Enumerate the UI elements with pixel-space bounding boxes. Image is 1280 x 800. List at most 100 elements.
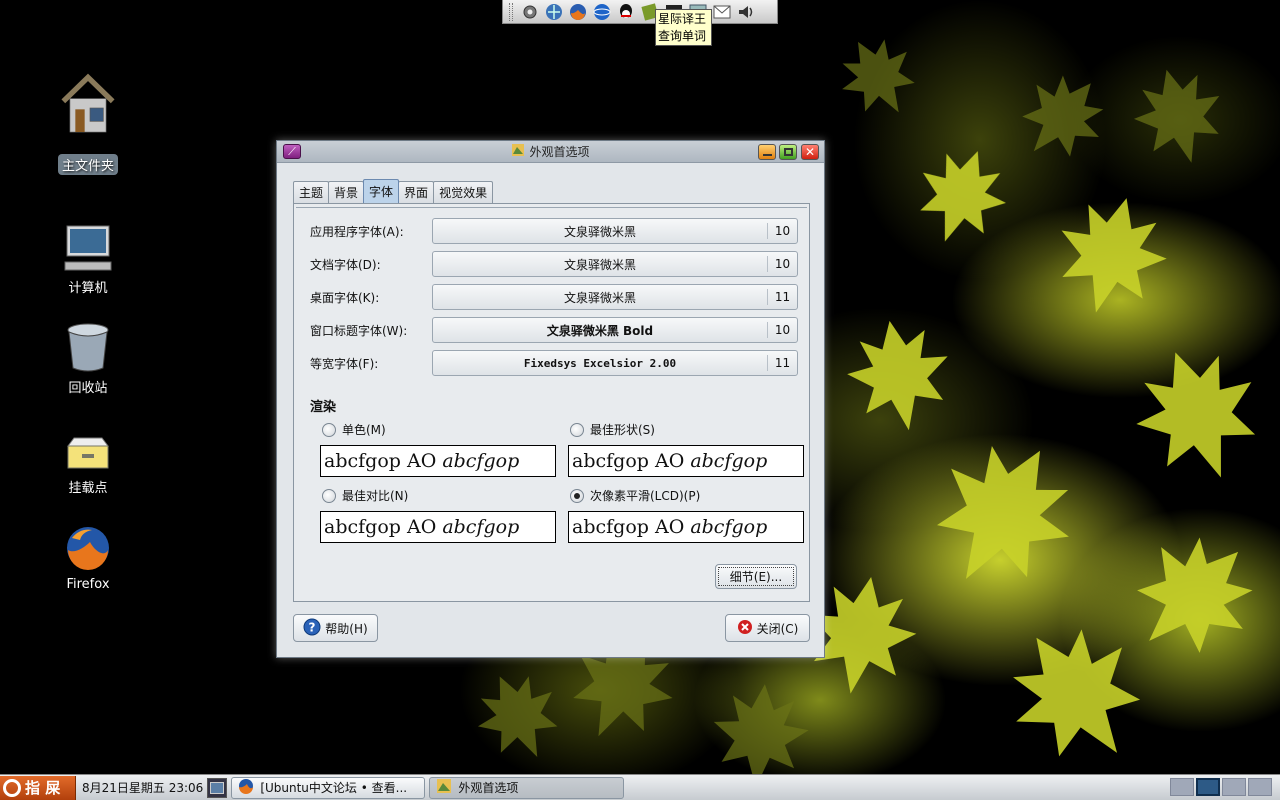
- panel-drag-handle[interactable]: [509, 2, 513, 21]
- tab-visual-effects[interactable]: 视觉效果: [433, 181, 494, 203]
- fonts-tab-panel: 应用程序字体(A): 文泉驿微米黑 10 文档字体(D): 文泉驿微米黑 10 …: [293, 203, 810, 602]
- tab-theme[interactable]: 主题: [293, 181, 330, 203]
- desktop-icon-label: Firefox: [66, 577, 110, 592]
- radio-label: 次像素平滑(LCD)(P): [590, 489, 701, 503]
- start-menu-button[interactable]: 指 屎: [0, 775, 76, 800]
- rendering-section-title: 渲染: [310, 400, 337, 415]
- maximize-icon: [783, 148, 793, 156]
- ubuntu-logo-icon: [3, 778, 21, 797]
- drive-icon: [58, 422, 118, 472]
- desktop-icon-label: 挂载点: [68, 481, 108, 496]
- maximize-button[interactable]: [779, 144, 797, 160]
- close-button-label: 关闭(C): [756, 621, 799, 636]
- monospace-font-button[interactable]: Fixedsys Excelsior 2.00 11: [432, 350, 798, 376]
- close-icon: ✕: [804, 145, 816, 159]
- desktop-icon-firefox[interactable]: Firefox: [28, 522, 148, 593]
- window-titlebar[interactable]: ⟋ 外观首选项 ✕: [277, 141, 824, 163]
- sample-best-contrast[interactable]: abcfgop AO abcfgop: [320, 511, 556, 543]
- desktop-icon-label: 计算机: [68, 281, 108, 296]
- radio-best-shape[interactable]: 最佳形状(S): [570, 421, 655, 438]
- radio-label: 最佳对比(N): [342, 489, 409, 503]
- workspace-4[interactable]: [1248, 778, 1272, 796]
- desktop-icon-home[interactable]: 主文件夹: [28, 58, 148, 175]
- appearance-icon: [436, 778, 452, 797]
- computer-icon: [58, 222, 118, 272]
- tab-interface[interactable]: 界面: [398, 181, 435, 203]
- clock[interactable]: 8月21日星期五 23:06: [82, 779, 203, 796]
- taskbar-item-appearance[interactable]: 外观首选项: [429, 776, 625, 799]
- close-window-button[interactable]: ✕: [801, 144, 819, 160]
- radio-button[interactable]: [570, 488, 584, 503]
- window-title-text: 外观首选项: [529, 145, 590, 159]
- sample-text-italic: abcfgop: [442, 516, 520, 538]
- font-size: 10: [767, 256, 797, 272]
- radio-best-contrast[interactable]: 最佳对比(N): [322, 487, 408, 504]
- close-button[interactable]: 关闭(C): [725, 614, 810, 642]
- show-desktop-button[interactable]: [207, 777, 228, 798]
- firefox-icon: [58, 522, 118, 572]
- tooltip: 星际译王 查询单词: [655, 9, 712, 46]
- workspace-switcher: [1170, 778, 1272, 796]
- minimize-icon: [762, 154, 772, 156]
- settings-icon[interactable]: [519, 1, 541, 23]
- font-size: 10: [767, 223, 797, 239]
- qq-icon[interactable]: [615, 1, 637, 23]
- globe-icon[interactable]: [591, 1, 613, 23]
- font-size: 11: [767, 289, 797, 305]
- appearance-preferences-window: ⟋ 外观首选项 ✕ 主题 背景 字体 界面 视觉效果 应用程序字体(A): 文泉…: [276, 140, 825, 658]
- desktop-icon-computer[interactable]: 计算机: [28, 222, 148, 297]
- radio-subpixel[interactable]: 次像素平滑(LCD)(P): [570, 487, 700, 504]
- top-panel: [502, 0, 778, 24]
- sample-best-shape[interactable]: abcfgop AO abcfgop: [568, 445, 804, 477]
- bottom-panel: 指 屎 8月21日星期五 23:06 [Ubuntu中文论坛 • 查看... 外…: [0, 774, 1280, 800]
- sample-subpixel[interactable]: abcfgop AO abcfgop: [568, 511, 804, 543]
- help-button[interactable]: ? 帮助(H): [293, 614, 378, 642]
- details-button[interactable]: 细节(E)...: [715, 564, 797, 589]
- font-row-document: 文档字体(D): 文泉驿微米黑 10: [310, 251, 800, 277]
- radio-button[interactable]: [322, 422, 336, 437]
- tab-bar: 主题 背景 字体 界面 视觉效果: [293, 179, 494, 203]
- desktop-font-button[interactable]: 文泉驿微米黑 11: [432, 284, 798, 310]
- firefox-icon[interactable]: [567, 1, 589, 23]
- document-font-button[interactable]: 文泉驿微米黑 10: [432, 251, 798, 277]
- volume-icon[interactable]: [735, 1, 757, 23]
- font-row-desktop: 桌面字体(K): 文泉驿微米黑 11: [310, 284, 800, 310]
- application-font-button[interactable]: 文泉驿微米黑 10: [432, 218, 798, 244]
- desktop-icon-label: 回收站: [68, 381, 108, 396]
- window-menu-button[interactable]: ⟋: [283, 144, 301, 159]
- radio-button[interactable]: [322, 488, 336, 503]
- workspace-3[interactable]: [1222, 778, 1246, 796]
- tab-background[interactable]: 背景: [328, 181, 365, 203]
- show-desktop-icon: [210, 781, 225, 794]
- sample-monochrome[interactable]: abcfgop AO abcfgop: [320, 445, 556, 477]
- font-row-label: 桌面字体(K):: [310, 290, 380, 305]
- font-name: Fixedsys Excelsior 2.00: [523, 356, 677, 370]
- fonts-tab-content: 应用程序字体(A): 文泉驿微米黑 10 文档字体(D): 文泉驿微米黑 10 …: [296, 207, 807, 599]
- sample-text: abcfgop AO: [324, 450, 437, 472]
- radio-button[interactable]: [570, 422, 584, 437]
- desktop-icon-mount[interactable]: 挂载点: [28, 422, 148, 497]
- close-circle-icon: [737, 619, 753, 638]
- desktop-icon-trash[interactable]: 回收站: [28, 322, 148, 397]
- window-title-font-button[interactable]: 文泉驿微米黑 Bold 10: [432, 317, 798, 343]
- font-row-window-title: 窗口标题字体(W): 文泉驿微米黑 Bold 10: [310, 317, 800, 343]
- svg-text:?: ?: [309, 620, 316, 634]
- radio-label: 最佳形状(S): [590, 423, 655, 437]
- taskbar-item-firefox[interactable]: [Ubuntu中文论坛 • 查看...: [231, 776, 426, 799]
- sample-text: abcfgop AO: [572, 450, 685, 472]
- tab-fonts[interactable]: 字体: [363, 179, 400, 203]
- radio-monochrome[interactable]: 单色(M): [322, 421, 386, 438]
- workspace-1[interactable]: [1170, 778, 1194, 796]
- minimize-button[interactable]: [758, 144, 776, 160]
- start-menu-label: 指 屎: [25, 779, 61, 797]
- firefox-icon: [238, 778, 254, 797]
- sample-text-italic: abcfgop: [690, 516, 768, 538]
- font-row-label: 窗口标题字体(W):: [310, 323, 408, 338]
- font-size: 10: [767, 322, 797, 338]
- workspace-2[interactable]: [1196, 778, 1220, 796]
- sample-text-italic: abcfgop: [690, 450, 768, 472]
- mail-icon[interactable]: [711, 1, 733, 23]
- network-icon[interactable]: [543, 1, 565, 23]
- font-row-label: 等宽字体(F):: [310, 356, 379, 371]
- tooltip-line: 星际译王: [658, 12, 707, 26]
